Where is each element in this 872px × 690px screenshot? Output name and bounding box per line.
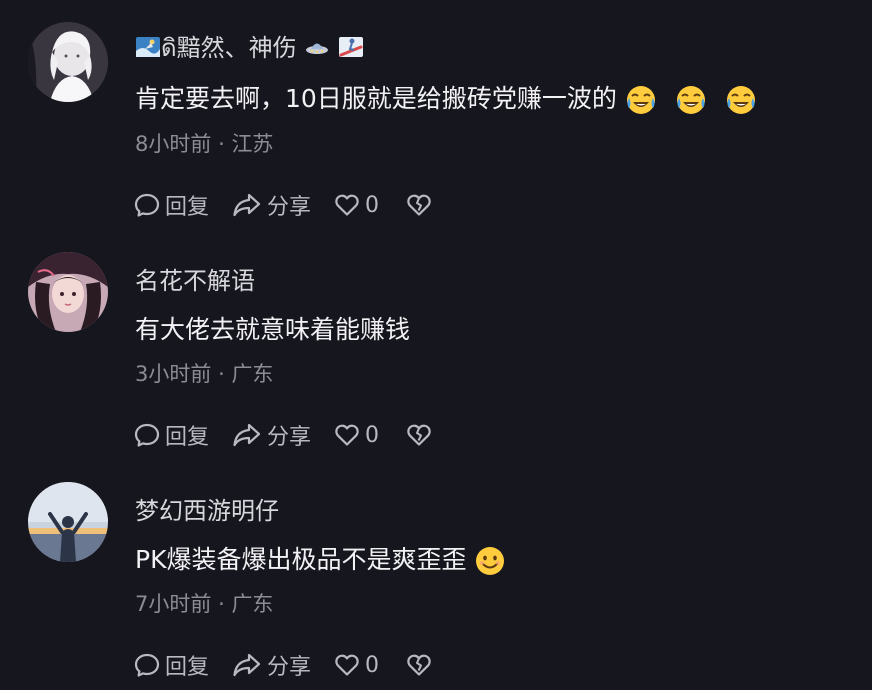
reply-label: 回复: [165, 655, 210, 680]
broken-heart-icon: [407, 654, 431, 676]
share-button[interactable]: 分享: [231, 419, 311, 451]
share-arrow-icon: [233, 653, 261, 677]
reply-label: 回复: [165, 425, 210, 450]
avatar[interactable]: [28, 252, 108, 332]
ufo-badge-icon: [304, 35, 330, 59]
meta-separator: ·: [218, 132, 225, 156]
comment-username[interactable]: 梦幻西游明仔: [135, 496, 279, 526]
share-button[interactable]: 分享: [231, 189, 311, 221]
reply-bubble-icon: [134, 193, 160, 217]
comment-time: 7小时前: [135, 592, 212, 616]
share-arrow-icon: [233, 193, 261, 217]
comment-time: 8小时前: [135, 132, 212, 156]
dislike-button[interactable]: [405, 651, 437, 679]
comment-text: 有大佬去就意味着能赚钱: [135, 313, 410, 347]
like-count: 0: [365, 422, 380, 448]
heart-icon: [335, 194, 359, 216]
comment-text-body: 有大佬去就意味着能赚钱: [135, 315, 411, 344]
share-label: 分享: [267, 655, 312, 680]
reply-bubble-icon: [134, 653, 160, 677]
like-button[interactable]: 0: [333, 421, 379, 449]
comment-meta: 7小时前 · 广东: [135, 590, 273, 618]
like-count: 0: [365, 652, 380, 678]
share-button[interactable]: 分享: [231, 649, 311, 681]
share-label: 分享: [267, 195, 312, 220]
like-button[interactable]: 0: [333, 651, 379, 679]
comment-location: 广东: [231, 592, 274, 616]
comment-location: 江苏: [231, 132, 274, 156]
meta-separator: ·: [218, 362, 225, 386]
comment-text-body: 肯定要去啊，10日服就是给搬砖党赚一波的: [135, 84, 617, 113]
username-text: ดิ黯然、神伤: [161, 34, 297, 62]
comment-meta: 3小时前 · 广东: [135, 360, 273, 388]
avatar[interactable]: [28, 22, 108, 102]
broken-heart-icon: [407, 194, 431, 216]
dislike-button[interactable]: [405, 421, 437, 449]
comment-username[interactable]: ดิ黯然、神伤: [135, 33, 364, 63]
reply-label: 回复: [165, 195, 210, 220]
tears-of-joy-emoji-icon: [625, 84, 657, 116]
share-arrow-icon: [233, 423, 261, 447]
reply-bubble-icon: [134, 423, 160, 447]
broken-heart-icon: [407, 424, 431, 446]
snowboard-badge-icon: [338, 35, 364, 59]
comment-text: 肯定要去啊，10日服就是给搬砖党赚一波的: [135, 82, 757, 116]
tears-of-joy-emoji-icon: [725, 84, 757, 116]
comment-meta: 8小时前 · 江苏: [135, 130, 273, 158]
like-button[interactable]: 0: [333, 191, 379, 219]
comment-location: 广东: [231, 362, 274, 386]
tears-of-joy-emoji-icon: [675, 84, 707, 116]
reply-button[interactable]: 回复: [133, 649, 209, 681]
avatar[interactable]: [28, 482, 108, 562]
reply-button[interactable]: 回复: [133, 419, 209, 451]
comment-actions: 回复 分享 0: [133, 419, 459, 451]
meta-separator: ·: [218, 592, 225, 616]
comment-text: PK爆装备爆出极品不是爽歪歪: [135, 543, 506, 577]
heart-icon: [335, 654, 359, 676]
comment-actions: 回复 分享 0: [133, 189, 459, 221]
reply-button[interactable]: 回复: [133, 189, 209, 221]
share-label: 分享: [267, 425, 312, 450]
surf-badge-icon: [135, 35, 161, 59]
comment-text-body: PK爆装备爆出极品不是爽歪歪: [135, 545, 467, 574]
comment-actions: 回复 分享 0: [133, 649, 459, 681]
dislike-button[interactable]: [405, 191, 437, 219]
comment-time: 3小时前: [135, 362, 212, 386]
comment-username[interactable]: 名花不解语: [135, 266, 255, 296]
heart-icon: [335, 424, 359, 446]
like-count: 0: [365, 192, 380, 218]
smiling-emoji-icon: [474, 545, 506, 577]
